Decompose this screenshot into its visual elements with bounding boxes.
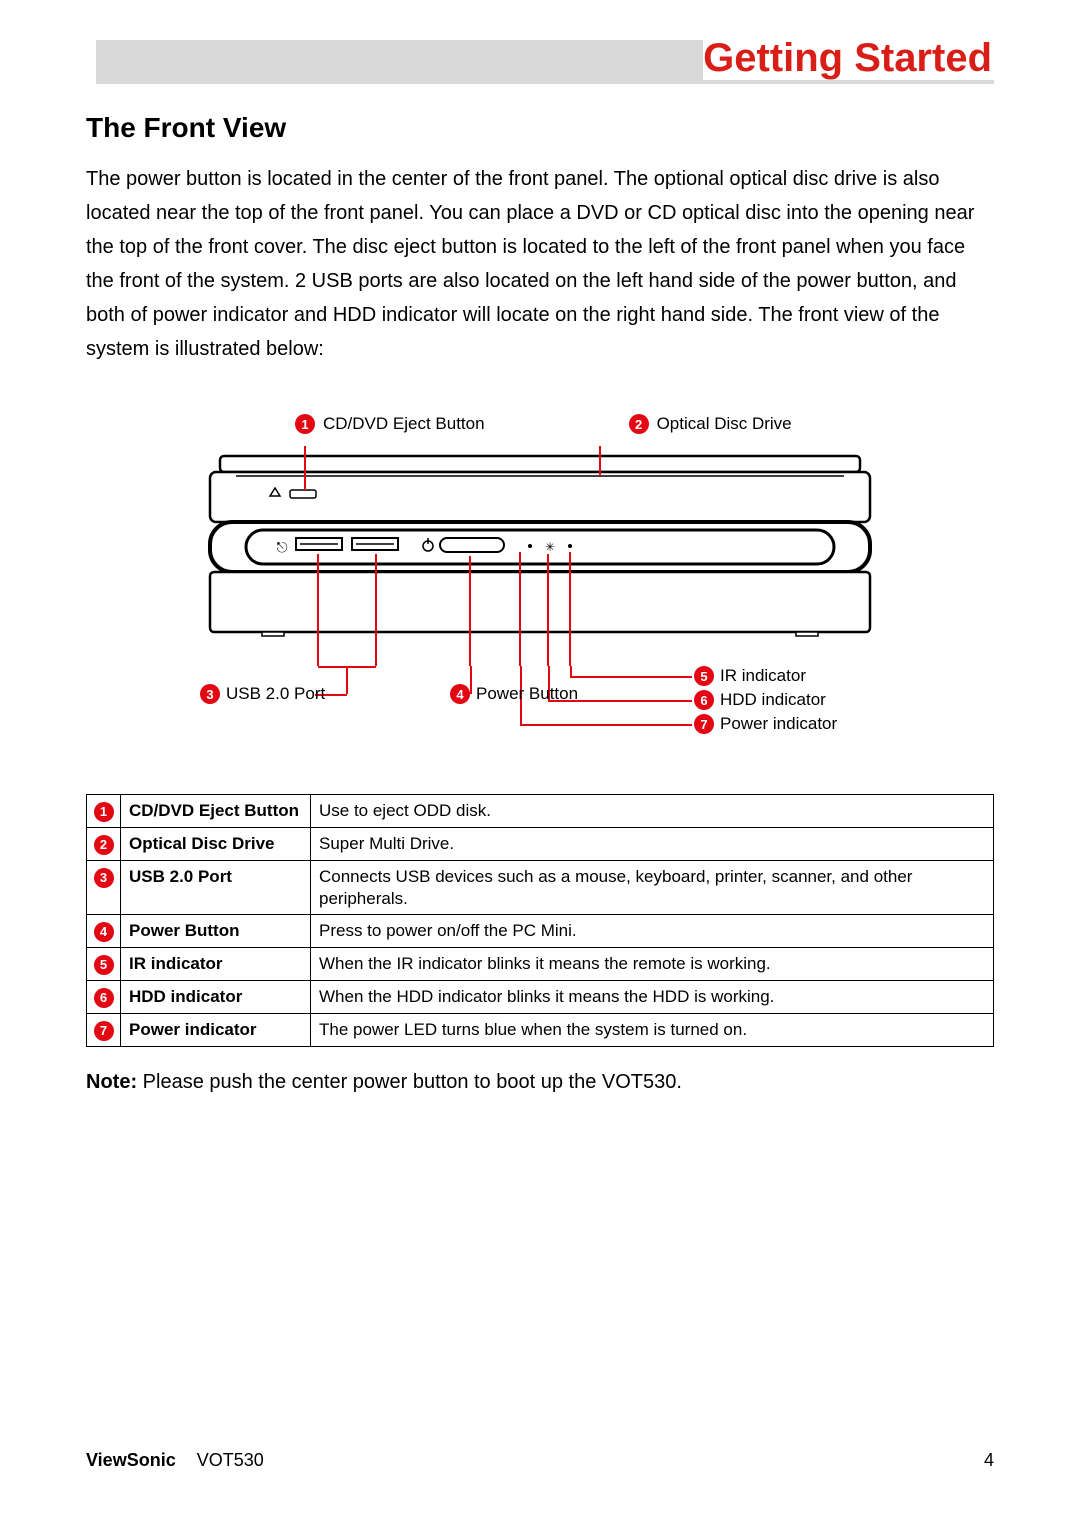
device-illustration: ⎋ ✳ (200, 446, 880, 666)
row-feature: HDD indicator (121, 981, 311, 1014)
table-row: 2 Optical Disc Drive Super Multi Drive. (87, 828, 994, 861)
page-footer: ViewSonic VOT530 4 (86, 1450, 994, 1471)
feature-table: 1 CD/DVD Eject Button Use to eject ODD d… (86, 794, 994, 1047)
row-feature: Power indicator (121, 1014, 311, 1047)
row-badge: 6 (94, 988, 114, 1008)
header-title: Getting Started (703, 36, 994, 80)
callout-label-5: IR indicator (720, 666, 806, 686)
note-label: Note: (86, 1071, 137, 1093)
callout-label-3: USB 2.0 Port (226, 684, 325, 704)
row-feature: IR indicator (121, 947, 311, 980)
row-badge: 4 (94, 922, 114, 942)
row-desc: When the IR indicator blinks it means th… (311, 947, 994, 980)
callout-badge-3: 3 (200, 684, 220, 704)
page-number: 4 (984, 1450, 994, 1471)
footer-model: VOT530 (197, 1450, 264, 1470)
note-text: Please push the center power button to b… (137, 1071, 682, 1093)
row-feature: USB 2.0 Port (121, 861, 311, 915)
callout-badge-6: 6 (694, 690, 714, 710)
row-feature: CD/DVD Eject Button (121, 795, 311, 828)
row-badge: 1 (94, 802, 114, 822)
row-desc: Press to power on/off the PC Mini. (311, 914, 994, 947)
manual-page: Getting Started The Front View The power… (0, 0, 1080, 1527)
table-row: 7 Power indicator The power LED turns bl… (87, 1014, 994, 1047)
table-row: 6 HDD indicator When the HDD indicator b… (87, 981, 994, 1014)
callout-badge-5: 5 (694, 666, 714, 686)
row-badge: 2 (94, 835, 114, 855)
callout-label-1: CD/DVD Eject Button (323, 414, 485, 434)
row-desc: When the HDD indicator blinks it means t… (311, 981, 994, 1014)
callout-label-6: HDD indicator (720, 690, 826, 710)
table-row: 5 IR indicator When the IR indicator bli… (87, 947, 994, 980)
row-desc: Super Multi Drive. (311, 828, 994, 861)
callout-badge-1: 1 (295, 414, 315, 434)
callout-label-4: Power Button (476, 684, 578, 704)
body-paragraph: The power button is located in the cente… (86, 162, 994, 366)
row-badge: 7 (94, 1021, 114, 1041)
table-row: 4 Power Button Press to power on/off the… (87, 914, 994, 947)
note-line: Note: Please push the center power butto… (86, 1071, 994, 1094)
header-bar: Getting Started (86, 40, 994, 84)
callout-badge-4: 4 (450, 684, 470, 704)
callout-label-7: Power indicator (720, 714, 837, 734)
row-desc: The power LED turns blue when the system… (311, 1014, 994, 1047)
front-view-diagram: 1 CD/DVD Eject Button 2 Optical Disc Dri… (200, 414, 880, 746)
table-row: 1 CD/DVD Eject Button Use to eject ODD d… (87, 795, 994, 828)
svg-text:✳: ✳ (545, 540, 555, 554)
footer-brand: ViewSonic (86, 1450, 176, 1470)
row-feature: Optical Disc Drive (121, 828, 311, 861)
svg-text:⎋: ⎋ (276, 539, 287, 555)
callout-label-2: Optical Disc Drive (657, 414, 792, 434)
row-badge: 5 (94, 955, 114, 975)
callout-badge-7: 7 (694, 714, 714, 734)
callout-badge-2: 2 (629, 414, 649, 434)
row-desc: Connects USB devices such as a mouse, ke… (311, 861, 994, 915)
row-desc: Use to eject ODD disk. (311, 795, 994, 828)
row-feature: Power Button (121, 914, 311, 947)
section-title: The Front View (86, 112, 994, 144)
callouts-bottom: 3 USB 2.0 Port 4 Power Button 5 IR indic… (200, 666, 880, 746)
row-badge: 3 (94, 868, 114, 888)
table-row: 3 USB 2.0 Port Connects USB devices such… (87, 861, 994, 915)
callouts-top-row: 1 CD/DVD Eject Button 2 Optical Disc Dri… (200, 414, 880, 434)
